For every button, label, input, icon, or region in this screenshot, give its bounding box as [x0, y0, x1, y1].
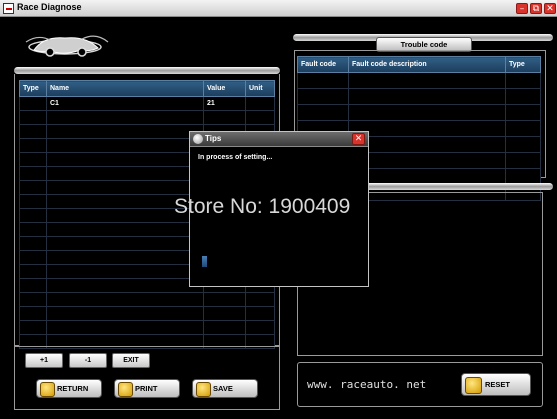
dialog-title: Tips — [205, 134, 222, 143]
return-icon — [40, 382, 55, 397]
fault-table-header: Fault code Fault code description Type — [297, 56, 541, 73]
minimize-button[interactable]: – — [516, 3, 528, 14]
column-header-value[interactable]: Value — [203, 80, 246, 97]
increment-button[interactable]: +1 — [25, 353, 63, 368]
left-panel-bar — [14, 67, 280, 74]
table-row[interactable] — [297, 88, 541, 105]
table-row[interactable] — [19, 292, 275, 307]
reset-label: RESET — [485, 380, 511, 389]
variables-table-header: Type Name Value Unit — [19, 80, 275, 97]
website-text: www. raceauto. net — [307, 378, 427, 391]
column-header-unit[interactable]: Unit — [245, 80, 275, 97]
column-header-fault-description[interactable]: Fault code description — [348, 56, 506, 73]
return-button[interactable]: RETURN — [36, 379, 102, 398]
cell-value: 21 — [203, 96, 246, 111]
cell-unit — [245, 96, 275, 111]
column-header-name[interactable]: Name — [46, 80, 204, 97]
dialog-close-button[interactable]: ✕ — [352, 133, 365, 145]
cell-type — [19, 96, 47, 111]
return-label: RETURN — [57, 384, 89, 393]
window-title: Race Diagnose — [17, 2, 82, 12]
cell-name: C1 — [46, 96, 204, 111]
save-label: SAVE — [213, 384, 233, 393]
app-icon — [3, 3, 14, 14]
watermark-text: Store No: 1900409 — [174, 195, 351, 218]
column-header-fault-code[interactable]: Fault code — [297, 56, 349, 73]
exit-button[interactable]: EXIT — [112, 353, 150, 368]
table-row[interactable] — [19, 306, 275, 321]
title-bar — [0, 0, 557, 17]
dialog-progress-bar — [202, 256, 207, 267]
dialog-message: In process of setting... — [198, 154, 273, 161]
tips-icon — [193, 134, 203, 144]
reset-button[interactable]: RESET — [461, 373, 531, 396]
close-button[interactable]: ✕ — [544, 3, 556, 14]
table-row[interactable] — [297, 104, 541, 121]
print-label: PRINT — [135, 384, 158, 393]
decrement-button[interactable]: -1 — [69, 353, 107, 368]
table-row[interactable] — [297, 72, 541, 89]
column-header-type[interactable]: Type — [19, 80, 47, 97]
print-button[interactable]: PRINT — [114, 379, 180, 398]
save-button[interactable]: SAVE — [192, 379, 258, 398]
printer-icon — [118, 382, 133, 397]
race-car-logo-icon — [25, 35, 109, 57]
save-icon — [196, 382, 211, 397]
restore-button[interactable]: ⧉ — [530, 3, 542, 14]
table-row[interactable] — [19, 320, 275, 335]
reset-icon — [465, 377, 482, 394]
table-row[interactable] — [19, 110, 275, 125]
column-header-fault-type[interactable]: Type — [505, 56, 541, 73]
table-row[interactable]: C1 21 — [19, 96, 275, 111]
